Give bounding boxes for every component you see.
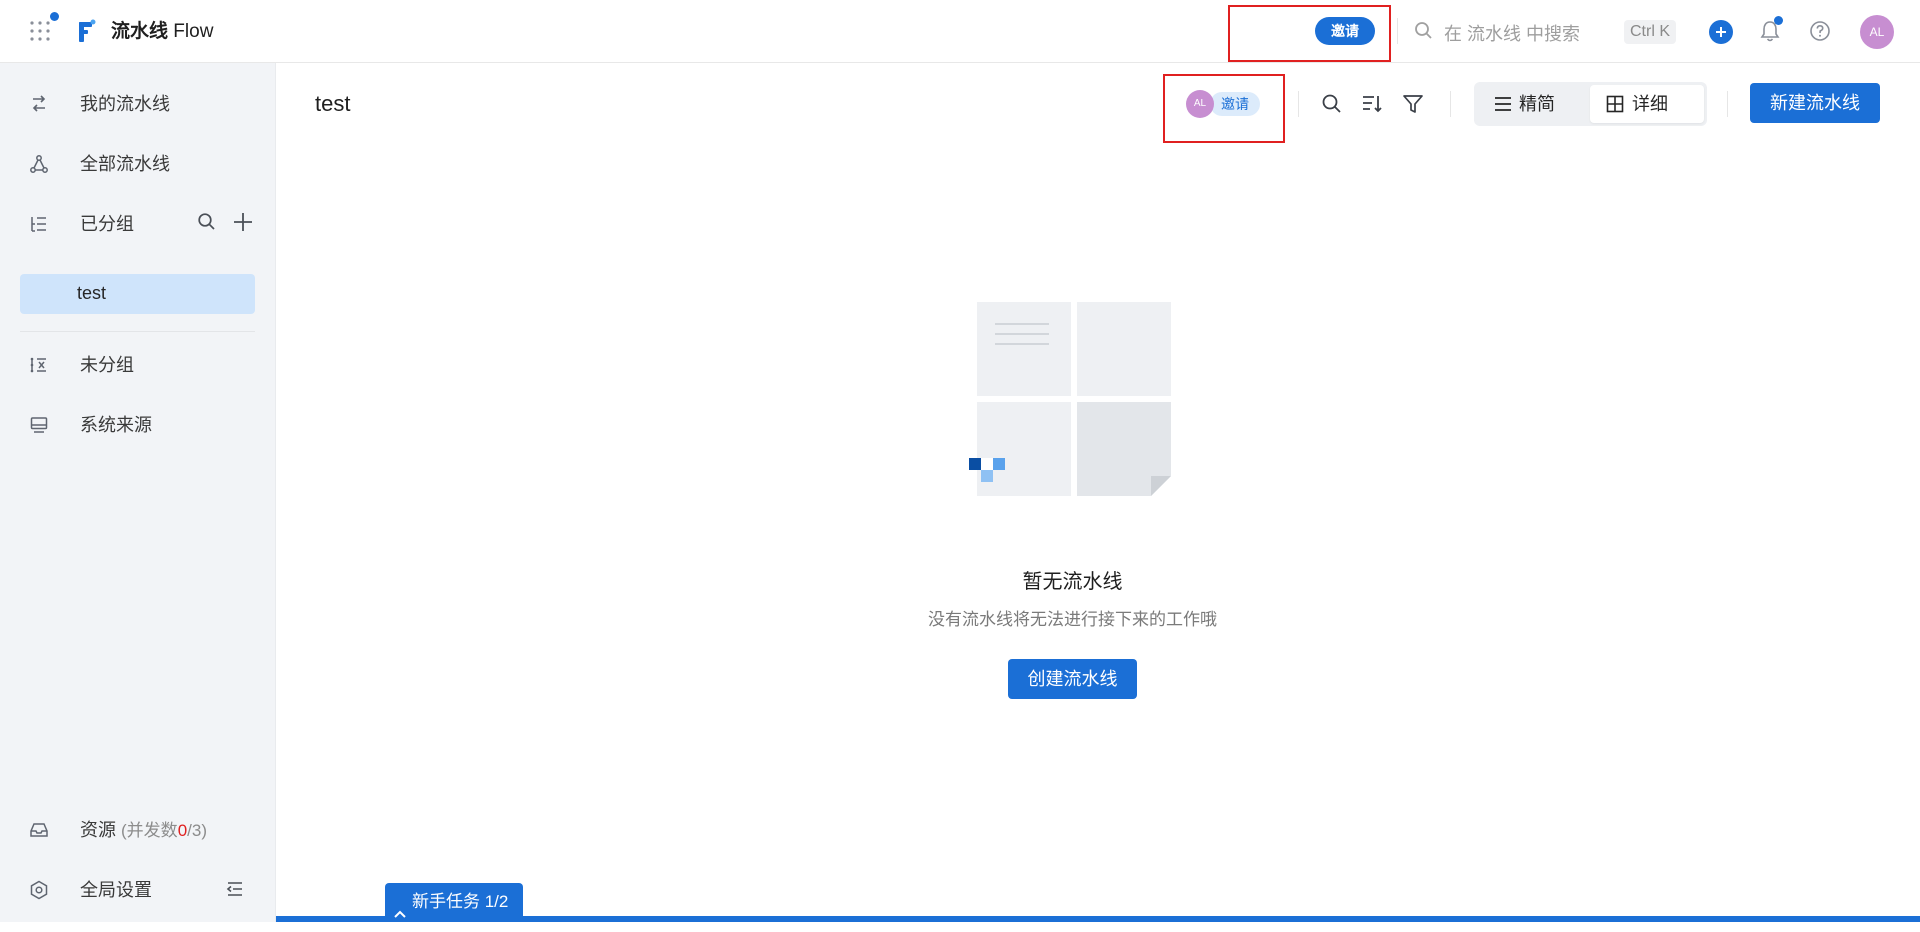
shortcut-hint: Ctrl K <box>1624 20 1676 44</box>
search-placeholder: 在 流水线 中搜索 <box>1444 24 1581 44</box>
chevron-up-icon <box>393 895 407 932</box>
divider <box>20 331 255 332</box>
user-avatar[interactable]: AL <box>1860 15 1894 49</box>
list-icon <box>1493 95 1513 118</box>
help-icon[interactable] <box>1809 20 1831 47</box>
quota-prefix: (并发数 <box>121 821 178 840</box>
sidebar-item-system-source[interactable]: 系统来源 <box>0 404 276 446</box>
divider <box>1727 91 1728 117</box>
add-group-icon[interactable] <box>232 211 254 238</box>
collapse-sidebar-icon[interactable] <box>225 879 245 904</box>
onboarding-tasks-label: 新手任务 1/2 <box>412 892 509 911</box>
invite-pill: 邀请 <box>1210 92 1260 116</box>
sidebar-item-label: 全部流水线 <box>80 154 170 174</box>
view-detail-label: 详细 <box>1632 94 1668 114</box>
settings-hexagon-icon <box>29 880 49 900</box>
switch-arrows-icon <box>29 94 49 114</box>
monitor-icon <box>29 415 49 435</box>
view-compact-button[interactable]: 精简 <box>1477 85 1587 123</box>
network-icon <box>29 154 49 174</box>
sidebar-item-label: 已分组 <box>80 214 134 234</box>
divider <box>1397 18 1398 44</box>
divider <box>1450 91 1451 117</box>
flow-logo-icon <box>77 18 97 44</box>
empty-state-subtitle: 没有流水线将无法进行接下来的工作哦 <box>928 610 1217 629</box>
create-pipeline-button[interactable]: 创建流水线 <box>1008 659 1137 699</box>
app-title-cn: 流水线 <box>111 21 169 42</box>
sidebar-item-all-pipelines[interactable]: 全部流水线 <box>0 143 276 185</box>
resources-label: 资源 <box>80 820 116 840</box>
filter-icon[interactable] <box>1401 92 1425 116</box>
plus-icon <box>1716 27 1726 37</box>
sidebar-item-my-pipelines[interactable]: 我的流水线 <box>0 83 276 125</box>
sidebar-group-test[interactable]: test <box>20 274 255 314</box>
sidebar-item-label: 全局设置 <box>80 880 152 900</box>
group-label: test <box>77 283 107 303</box>
sidebar-item-label: 未分组 <box>80 355 134 375</box>
view-detail-button[interactable]: 详细 <box>1590 85 1704 123</box>
top-bar: 流水线 Flow 邀请 在 流水线 中搜索 Ctrl K AL <box>0 0 1920 63</box>
sidebar-item-label: 系统来源 <box>80 415 152 435</box>
empty-state-illustration <box>965 300 1175 510</box>
inbox-icon <box>29 820 49 840</box>
search-icon <box>1414 21 1434 46</box>
onboarding-tasks-tab[interactable]: 新手任务 1/2 <box>385 883 523 920</box>
empty-state-title: 暂无流水线 <box>1022 571 1123 593</box>
list-tree-icon <box>29 214 49 234</box>
sort-icon[interactable] <box>1360 92 1384 116</box>
grid-icon <box>1606 95 1624 118</box>
view-compact-label: 精简 <box>1519 94 1555 114</box>
quota-suffix: /3) <box>187 821 207 840</box>
sidebar-item-resources[interactable]: 资源 (并发数0/3) <box>0 809 276 851</box>
notification-dot <box>50 12 59 21</box>
sidebar-item-ungrouped[interactable]: 未分组 <box>0 344 276 386</box>
quota-used: 0 <box>177 821 188 840</box>
app-title[interactable]: 流水线 Flow <box>111 20 213 44</box>
app-title-en: Flow <box>173 21 214 42</box>
invite-members[interactable]: AL 邀请 <box>1186 90 1270 118</box>
page-title: test <box>315 91 351 116</box>
group-search-icon[interactable] <box>197 212 217 237</box>
apps-grid-icon[interactable] <box>28 19 52 43</box>
divider <box>1298 91 1299 117</box>
view-switch: 精简 详细 <box>1474 82 1707 126</box>
invite-button[interactable]: 邀请 <box>1315 17 1375 45</box>
member-avatar: AL <box>1186 90 1214 118</box>
resources-quota: (并发数0/3) <box>121 821 207 840</box>
create-plus-button[interactable] <box>1709 20 1733 44</box>
ungrouped-list-icon <box>29 355 49 375</box>
bell-badge <box>1774 16 1783 25</box>
new-pipeline-button[interactable]: 新建流水线 <box>1750 83 1880 123</box>
sidebar-item-label: 我的流水线 <box>80 94 170 114</box>
search-icon[interactable] <box>1320 92 1344 116</box>
sidebar: 我的流水线 全部流水线 已分组 test 未分组 系统来源 资源 (并发数0/3… <box>0 63 276 922</box>
sidebar-item-label: 资源 (并发数0/3) <box>80 819 207 842</box>
